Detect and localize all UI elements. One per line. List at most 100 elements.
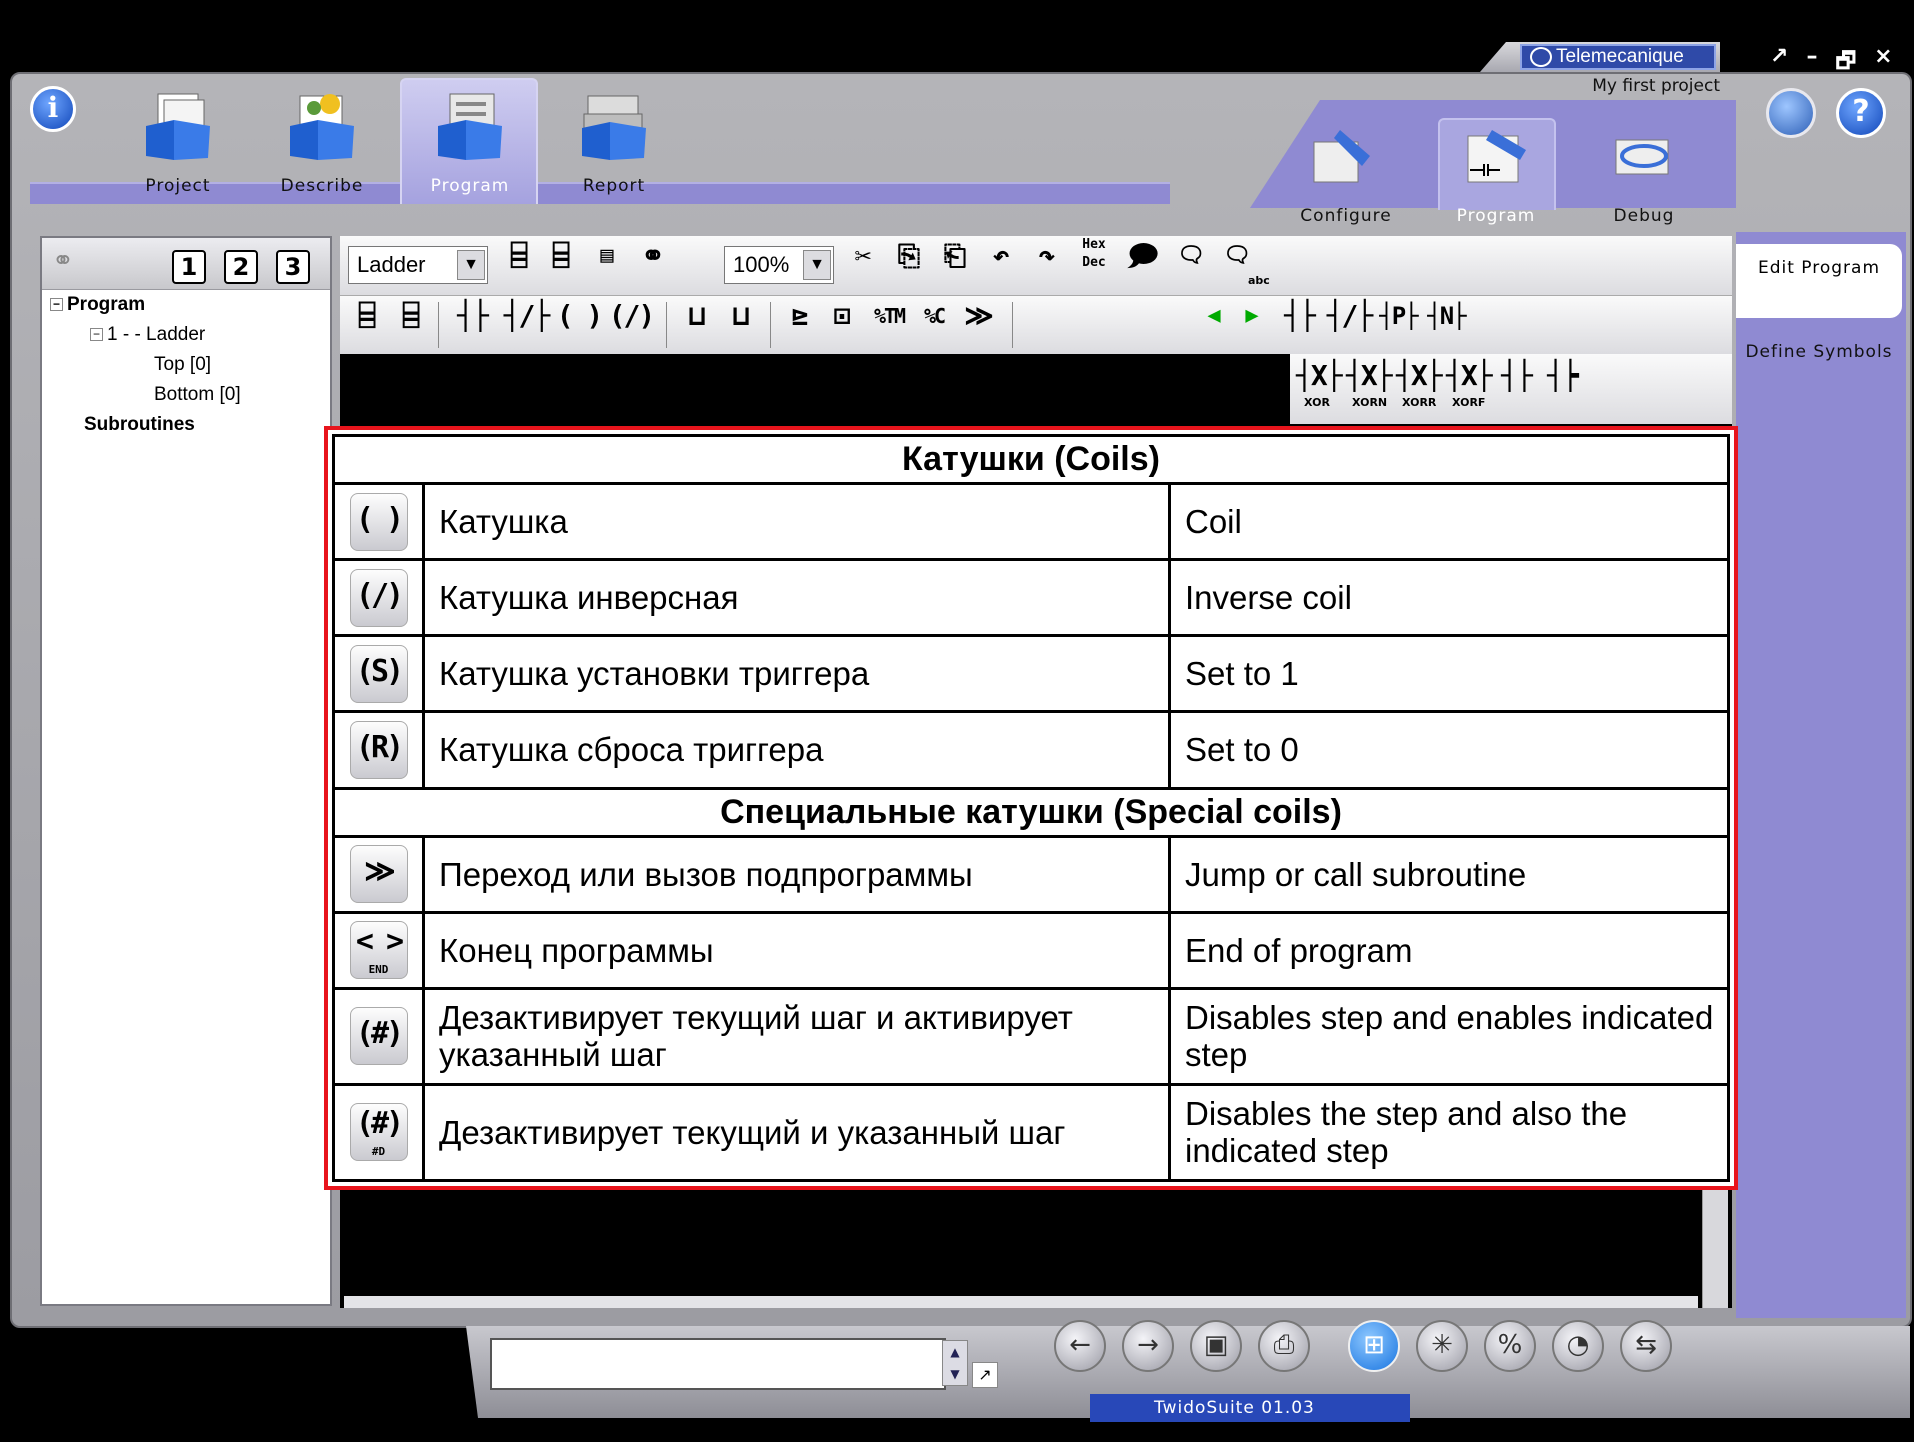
undo-icon[interactable]: ↶ (980, 236, 1020, 276)
contact-no-icon[interactable]: ┤├ (1274, 296, 1324, 336)
xorn-contact-icon[interactable]: ┤X├ (1346, 356, 1393, 396)
delete-branch-icon[interactable]: ⊔ (720, 296, 760, 336)
timer-block-icon[interactable]: %TM (866, 296, 912, 336)
contact-nc-icon[interactable]: ┤/├ (500, 296, 552, 336)
section-title: Катушки (Coils) (332, 434, 1730, 485)
symbols-link-icon[interactable]: ⚭ (632, 236, 672, 276)
jump-icon: ≫ (349, 845, 408, 904)
scroll-left-icon[interactable]: ◀ (1198, 296, 1228, 336)
row-description-ru: Катушка установки триггера (422, 634, 1171, 714)
table-row: (S) Катушка установки триггера Set to 1 (332, 634, 1730, 714)
inverse-coil-icon[interactable]: (/) (606, 296, 656, 336)
tree-node-bottom[interactable]: Bottom [0] (154, 384, 241, 406)
module-project[interactable]: Project (118, 84, 238, 202)
falling-edge-contact-icon[interactable]: ┤N├ (1422, 296, 1470, 336)
coil-icon[interactable]: ( ) (554, 296, 604, 336)
language-select[interactable]: Ladder ▼ (348, 246, 488, 284)
vertical-scrollbar[interactable] (1702, 1190, 1728, 1308)
branch-icon[interactable]: ⊔ (676, 296, 716, 336)
table-row: (/) Катушка инверсная Inverse coil (332, 558, 1730, 638)
info-button[interactable]: i (30, 86, 76, 132)
program-mode-button[interactable]: ⊞ (1348, 1320, 1400, 1372)
project-name: My first project (1592, 76, 1720, 96)
contact-no-icon[interactable]: ┤├ (446, 296, 498, 336)
xor-contact-icon[interactable]: ┤X├ (1296, 356, 1343, 396)
help-button[interactable]: ? (1836, 88, 1886, 138)
maximize-button[interactable]: 🗗 (1835, 44, 1856, 74)
command-input[interactable] (490, 1338, 946, 1390)
close-branch-icon[interactable]: ┤┝ (1540, 356, 1584, 396)
xorf-contact-icon[interactable]: ┤X├ (1446, 356, 1493, 396)
insert-rung-above-icon[interactable]: ⌸ (346, 296, 386, 336)
horizontal-scrollbar[interactable] (344, 1296, 1698, 1308)
tree-node-section[interactable]: −1 - - Ladder (90, 324, 205, 346)
view-1-button[interactable]: 1 (172, 250, 206, 284)
xor-label: XOR (1304, 396, 1330, 409)
zoom-select[interactable]: 100% ▼ (724, 246, 834, 284)
chevron-down-icon: ▼ (803, 250, 831, 280)
expand-icon[interactable]: ↗ (972, 1362, 998, 1388)
rung-comment-icon[interactable]: 🗨 (1170, 236, 1210, 276)
comment-icon[interactable]: 🗩 (1122, 236, 1162, 276)
collapse-icon[interactable]: − (50, 298, 63, 312)
forward-button[interactable]: → (1122, 1320, 1174, 1372)
hex-dec-toggle[interactable]: Hex Dec (1074, 236, 1114, 276)
compare-block-icon[interactable]: ⊵ (780, 296, 818, 336)
scroll-right-icon[interactable]: ▶ (1236, 296, 1266, 336)
close-button[interactable]: × (1874, 44, 1892, 72)
telemecanique-logo-icon (1530, 47, 1552, 67)
transfer-button[interactable]: ⇆ (1620, 1320, 1672, 1372)
version-label: TwidoSuite 01.03 (1090, 1394, 1410, 1422)
row-description-ru: Дезактивирует текущий и указанный шаг (422, 1082, 1171, 1183)
preferences-button[interactable] (1766, 88, 1816, 138)
symbol-comment-icon[interactable]: 🗨 (1216, 236, 1256, 276)
restore-size-icon[interactable]: ↗ (1770, 44, 1788, 72)
tree-node-program[interactable]: − Program (50, 294, 145, 316)
export-button[interactable]: ⎙ (1258, 1320, 1310, 1372)
row-description-en: Inverse coil (1168, 558, 1730, 638)
operate-block-icon[interactable]: ⊡ (822, 296, 860, 336)
insert-rung-right-icon[interactable]: ⌸ (390, 296, 430, 336)
coil-icon: ( ) (349, 492, 408, 551)
xorr-contact-icon[interactable]: ┤X├ (1396, 356, 1443, 396)
back-button[interactable]: ← (1054, 1320, 1106, 1372)
collapse-icon[interactable]: − (90, 328, 103, 342)
insert-rung-step-icon[interactable]: ⌸ (540, 236, 580, 276)
module-describe[interactable]: Describe (262, 84, 382, 202)
cut-icon[interactable]: ✂ (842, 236, 882, 276)
view-3-button[interactable]: 3 (276, 250, 310, 284)
network-button[interactable]: ✳ (1416, 1320, 1468, 1372)
contact-nc-icon[interactable]: ┤/├ (1324, 296, 1374, 336)
table-row: (#) #D Дезактивирует текущий и указанный … (332, 1082, 1730, 1183)
command-spinner[interactable]: ▲ ▼ (942, 1340, 968, 1386)
open-branch-icon[interactable]: ┤├ (1494, 356, 1538, 396)
module-program[interactable]: Program (410, 84, 530, 202)
jump-icon[interactable]: ≫ (958, 296, 998, 336)
copy-icon[interactable]: ⎘ (888, 236, 928, 276)
sr-block-icon[interactable]: ▤ (584, 236, 628, 276)
tree-node-subroutines[interactable]: Subroutines (84, 414, 195, 436)
counter-block-icon[interactable]: %C (916, 296, 952, 336)
save-button[interactable]: ▣ (1190, 1320, 1242, 1372)
describe-folder-icon (290, 94, 354, 160)
subtab-label: Program (1456, 206, 1536, 226)
paste-icon[interactable]: ⎗ (934, 236, 974, 276)
subtab-debug[interactable]: Debug (1584, 120, 1704, 226)
monitor-button[interactable]: ◔ (1552, 1320, 1604, 1372)
row-description-en: End of program (1168, 910, 1730, 990)
define-symbols-tab[interactable]: Define Symbols (1736, 340, 1902, 364)
subtab-configure[interactable]: Configure (1286, 120, 1406, 226)
edit-program-tab[interactable]: Edit Program (1736, 244, 1902, 318)
rising-edge-contact-icon[interactable]: ┤P├ (1374, 296, 1422, 336)
link-icon[interactable]: ⚭ (52, 246, 92, 280)
insert-rung-below-icon[interactable]: ⌸ (500, 236, 536, 276)
row-description-ru: Катушка сброса триггера (422, 710, 1171, 790)
tree-node-top[interactable]: Top [0] (154, 354, 211, 376)
minimize-button[interactable]: – (1806, 44, 1817, 72)
redo-icon[interactable]: ↷ (1026, 236, 1066, 276)
abc-label: abc (1248, 274, 1270, 287)
module-report[interactable]: Report (554, 84, 674, 202)
calculator-button[interactable]: % (1484, 1320, 1536, 1372)
view-2-button[interactable]: 2 (224, 250, 258, 284)
subtab-program[interactable]: Program (1436, 120, 1556, 226)
